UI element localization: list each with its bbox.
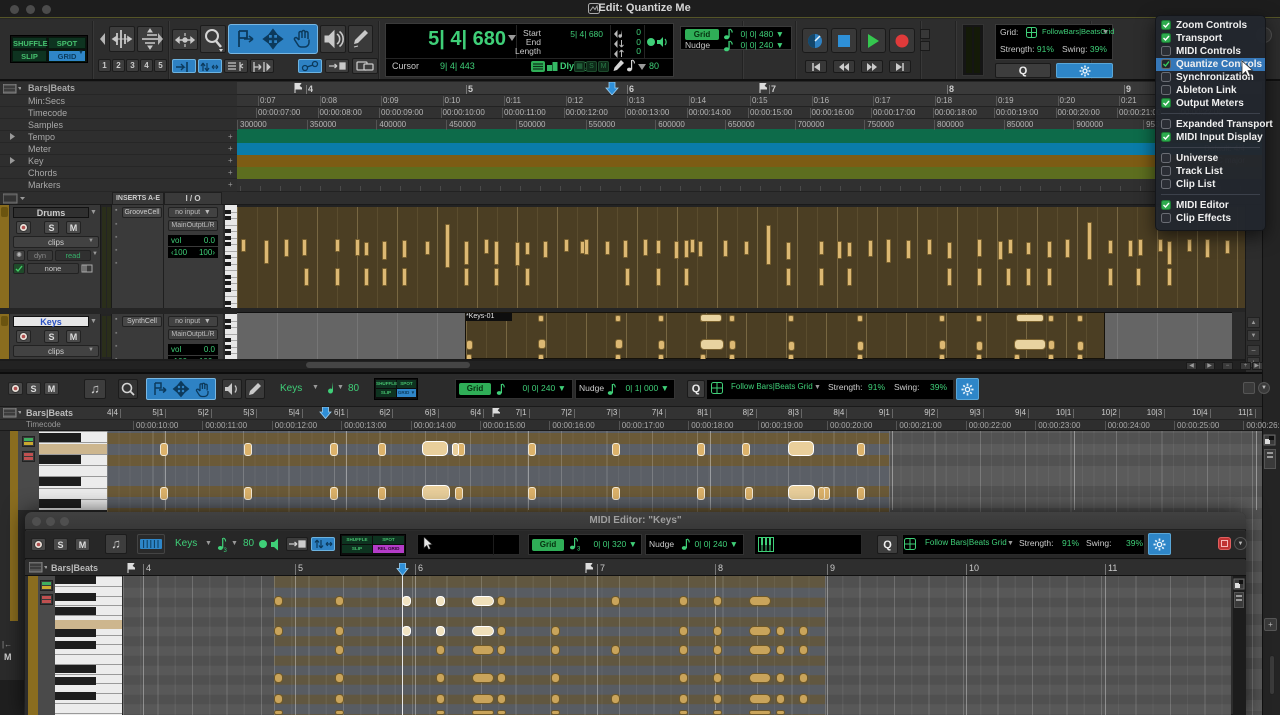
svg-text:3: 3 xyxy=(224,548,228,552)
